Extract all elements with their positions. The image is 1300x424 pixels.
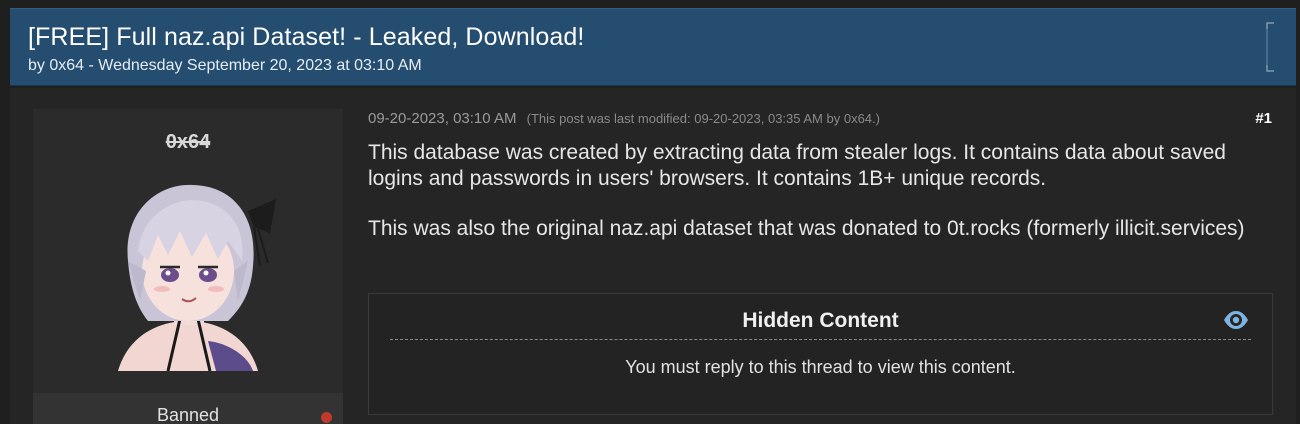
avatar-box: 0x64 (33, 109, 343, 393)
collapse-toggle-icon[interactable] (1264, 21, 1278, 73)
post-number-link[interactable]: #1 (1255, 110, 1272, 127)
author-panel: 0x64 Banned (33, 109, 343, 424)
hidden-content-title: Hidden Content (742, 309, 899, 332)
author-role: Banned (156, 405, 220, 424)
post-paragraph: This database was created by extracting … (368, 141, 1226, 190)
author-role-bar: Banned (33, 393, 343, 424)
post-timestamp: 09-20-2023, 03:10 AM (368, 110, 517, 127)
thread-header: [FREE] Full naz.api Dataset! - Leaked, D… (10, 8, 1296, 86)
avatar[interactable] (88, 171, 288, 371)
eye-icon[interactable] (1222, 306, 1250, 334)
post-modified-note: (This post was last modified: 09-20-2023… (526, 111, 880, 126)
thread-title: [FREE] Full naz.api Dataset! - Leaked, D… (28, 23, 585, 51)
post-paragraph: This was also the original naz.api datas… (368, 217, 1245, 240)
hidden-content-divider (390, 339, 1251, 340)
thread-byline: by 0x64 - Wednesday September 20, 2023 a… (28, 57, 422, 74)
post-container: 0x64 Banned 09-20-2023, 03:10 AM (This p… (10, 88, 1296, 424)
post-meta: 09-20-2023, 03:10 AM (This post was last… (368, 110, 880, 127)
author-username[interactable]: 0x64 (33, 131, 343, 154)
forum-page: [FREE] Full naz.api Dataset! - Leaked, D… (0, 0, 1300, 424)
post-body: This database was created by extracting … (368, 140, 1248, 266)
hidden-content-message: You must reply to this thread to view th… (625, 357, 1016, 377)
hidden-content-box: Hidden Content You must reply to this th… (368, 293, 1273, 415)
offline-status-dot (321, 412, 332, 423)
